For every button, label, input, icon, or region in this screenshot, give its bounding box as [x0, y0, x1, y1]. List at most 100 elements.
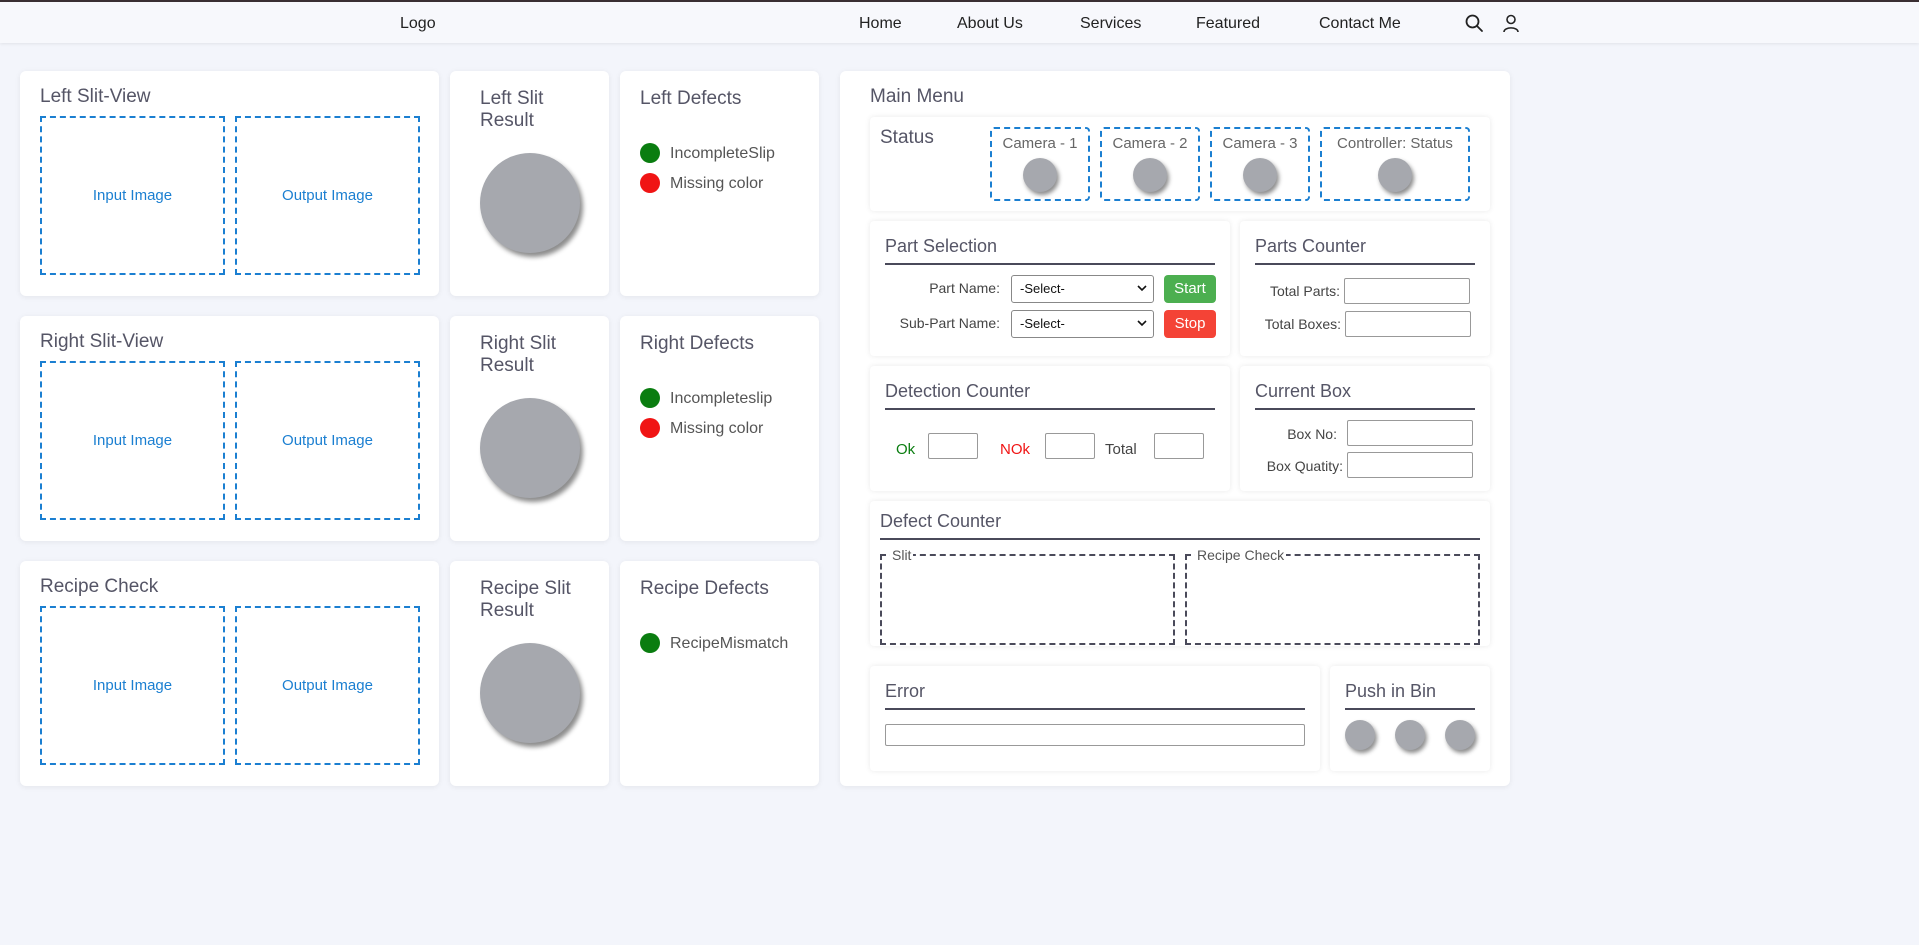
- user-icon[interactable]: [1501, 13, 1521, 33]
- parts-counter-title: Parts Counter: [1255, 236, 1367, 256]
- chevron-down-icon: [1137, 285, 1147, 292]
- input-image-box: Input Image: [40, 361, 225, 520]
- box-no-label: Box No:: [1287, 426, 1337, 442]
- bin-indicator-2: [1395, 720, 1425, 750]
- result-indicator: [480, 398, 580, 498]
- status-dot-red: [640, 418, 660, 438]
- defect-counter-panel: Defect Counter Slit Recipe Check: [870, 501, 1490, 646]
- card-title: Right Slit Result: [480, 333, 557, 376]
- result-indicator: [480, 153, 580, 253]
- sub-part-name-label: Sub-Part Name:: [899, 315, 1000, 331]
- divider: [1255, 408, 1475, 410]
- status-dot-green: [640, 633, 660, 653]
- total-label: Total: [1105, 441, 1137, 458]
- nav-home[interactable]: Home: [859, 15, 902, 33]
- total-boxes-field[interactable]: [1345, 311, 1471, 337]
- nok-count-field[interactable]: [1045, 433, 1095, 459]
- part-selection-title: Part Selection: [885, 236, 998, 256]
- nav-featured[interactable]: Featured: [1196, 15, 1260, 33]
- input-image-label: Input Image: [92, 677, 173, 694]
- nok-label: NOk: [1000, 441, 1030, 458]
- current-box-title: Current Box: [1255, 381, 1352, 401]
- camera-indicator: [1133, 158, 1167, 192]
- card-title: Left Slit Result: [480, 88, 544, 131]
- input-image-box: Input Image: [40, 116, 225, 275]
- recipe-check-card: Recipe Check Input Image Output Image: [20, 561, 439, 786]
- search-icon[interactable]: [1464, 13, 1484, 33]
- total-boxes-label: Total Boxes:: [1264, 316, 1341, 332]
- output-image-label: Output Image: [282, 432, 373, 449]
- defect-label: Missing color: [670, 175, 764, 192]
- detection-counter-panel: Detection Counter Ok NOk Total: [870, 366, 1230, 491]
- divider: [1345, 708, 1475, 710]
- defect-label: IncompleteSlip: [670, 145, 775, 162]
- divider: [885, 263, 1215, 265]
- divider: [880, 538, 1480, 540]
- box-quantity-label: Box Quatity:: [1266, 458, 1343, 474]
- error-title: Error: [885, 681, 925, 701]
- output-image-box: Output Image: [235, 606, 420, 765]
- ok-count-field[interactable]: [928, 433, 978, 459]
- box-no-field[interactable]: [1347, 420, 1473, 446]
- camera-indicator: [1023, 158, 1057, 192]
- controller-label: Controller: Status: [1337, 135, 1453, 152]
- camera-2-status: Camera - 2: [1100, 127, 1200, 201]
- main-menu-panel: Main Menu Status Camera - 1 Camera - 2 C…: [840, 71, 1510, 786]
- total-parts-label: Total Parts:: [1269, 283, 1340, 299]
- status-dot-green: [640, 143, 660, 163]
- nav-contact-me[interactable]: Contact Me: [1319, 15, 1401, 33]
- left-defects-card: Left Defects IncompleteSlip Missing colo…: [620, 71, 819, 296]
- start-button[interactable]: Start: [1164, 275, 1216, 303]
- camera-1-status: Camera - 1: [990, 127, 1090, 201]
- camera-label: Camera - 2: [1112, 135, 1188, 152]
- controller-indicator: [1378, 158, 1412, 192]
- right-defects-card: Right Defects Incompleteslip Missing col…: [620, 316, 819, 541]
- right-slit-result-card: Right Slit Result: [450, 316, 609, 541]
- chevron-down-icon: [1137, 320, 1147, 327]
- sub-part-name-select[interactable]: -Select-: [1011, 310, 1154, 338]
- divider: [885, 408, 1215, 410]
- camera-label: Camera - 3: [1222, 135, 1298, 152]
- main-menu-title: Main Menu: [870, 86, 964, 107]
- recipe-check-fieldset: Recipe Check: [1185, 547, 1480, 645]
- divider: [885, 708, 1305, 710]
- part-name-select[interactable]: -Select-: [1011, 275, 1154, 303]
- camera-indicator: [1243, 158, 1277, 192]
- card-title: Left Slit-View: [40, 86, 151, 107]
- input-image-label: Input Image: [92, 432, 173, 449]
- card-title: Right Slit-View: [40, 331, 164, 352]
- push-in-bin-title: Push in Bin: [1345, 681, 1437, 701]
- divider: [1255, 263, 1475, 265]
- card-title: Right Defects: [640, 333, 755, 354]
- recipe-slit-result-card: Recipe Slit Result: [450, 561, 609, 786]
- push-in-bin-panel: Push in Bin: [1330, 666, 1490, 771]
- defect-label: RecipeMismatch: [670, 635, 789, 652]
- part-selection-panel: Part Selection Part Name: -Select- Start…: [870, 221, 1230, 356]
- output-image-box: Output Image: [235, 116, 420, 275]
- right-slit-view-card: Right Slit-View Input Image Output Image: [20, 316, 439, 541]
- navbar: Logo Home About Us Services Featured Con…: [0, 2, 1919, 43]
- nav-about-us[interactable]: About Us: [957, 15, 1023, 33]
- part-name-value: -Select-: [1020, 281, 1065, 296]
- status-dot-red: [640, 173, 660, 193]
- nav-services[interactable]: Services: [1080, 15, 1141, 33]
- bin-indicator-1: [1345, 720, 1375, 750]
- stop-button[interactable]: Stop: [1164, 310, 1216, 338]
- defect-counter-title: Defect Counter: [880, 511, 1002, 531]
- output-image-label: Output Image: [282, 677, 373, 694]
- status-panel: Status Camera - 1 Camera - 2 Camera - 3 …: [870, 117, 1490, 211]
- left-slit-view-card: Left Slit-View Input Image Output Image: [20, 71, 439, 296]
- total-count-field[interactable]: [1154, 433, 1204, 459]
- defect-label: Incompleteslip: [670, 390, 773, 407]
- logo[interactable]: Logo: [400, 15, 436, 33]
- controller-status: Controller: Status: [1320, 127, 1470, 201]
- box-quantity-field[interactable]: [1347, 452, 1473, 478]
- detection-counter-title: Detection Counter: [885, 381, 1031, 401]
- total-parts-field[interactable]: [1344, 278, 1470, 304]
- card-title: Recipe Slit Result: [480, 578, 571, 621]
- input-image-label: Input Image: [92, 187, 173, 204]
- card-title: Recipe Check: [40, 576, 159, 597]
- error-field[interactable]: [885, 724, 1305, 746]
- card-title: Recipe Defects: [640, 578, 769, 599]
- ok-label: Ok: [896, 441, 916, 458]
